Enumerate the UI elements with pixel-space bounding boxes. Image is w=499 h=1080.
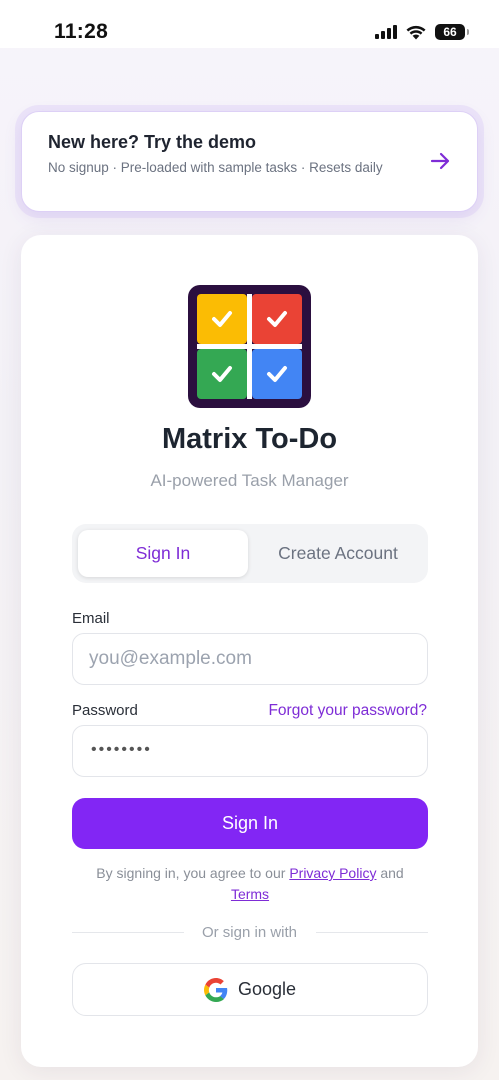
sign-in-button[interactable]: Sign In: [72, 798, 428, 849]
legal-text: By signing in, you agree to our Privacy …: [72, 863, 428, 905]
status-icons: 66: [375, 22, 469, 42]
terms-link[interactable]: Terms: [231, 886, 269, 902]
cellular-signal-icon: [375, 25, 397, 39]
demo-title: New here? Try the demo: [48, 132, 257, 152]
matrix-grid-check-icon: [188, 285, 311, 408]
password-input[interactable]: ••••••••: [72, 725, 428, 777]
demo-subtitle: No signup · Pre-loaded with sample tasks…: [48, 160, 383, 175]
google-g-icon: [203, 977, 228, 1002]
divider-line-right: [316, 932, 428, 933]
wifi-icon: [406, 25, 426, 40]
privacy-policy-link[interactable]: Privacy Policy: [289, 865, 376, 881]
email-input[interactable]: [72, 633, 428, 685]
google-sign-in-button[interactable]: Google: [72, 963, 428, 1016]
google-button-label: Google: [237, 979, 297, 999]
password-value: ••••••••: [91, 741, 152, 758]
status-time: 11:28: [54, 20, 109, 43]
auth-tabs: Sign In Create Account: [72, 524, 428, 583]
legal-prefix: By signing in, you agree to our: [96, 865, 286, 881]
password-label: Password: [72, 702, 138, 719]
forgot-password-link[interactable]: Forgot your password?: [268, 702, 427, 720]
tab-sign-in[interactable]: Sign In: [78, 530, 248, 577]
sign-in-card: Matrix To-Do AI-powered Task Manager Sig…: [21, 235, 478, 1067]
app-title: Matrix To-Do: [161, 423, 338, 455]
status-bar: 11:28 66: [0, 0, 499, 48]
arrow-right-icon: [430, 152, 450, 170]
email-label: Email: [72, 610, 110, 627]
legal-and: and: [380, 865, 404, 881]
app-subtitle: AI-powered Task Manager: [150, 471, 349, 490]
try-demo-card[interactable]: New here? Try the demo No signup · Pre-l…: [21, 111, 478, 212]
battery-icon: 66: [435, 24, 469, 40]
tab-create-account[interactable]: Create Account: [252, 530, 424, 577]
